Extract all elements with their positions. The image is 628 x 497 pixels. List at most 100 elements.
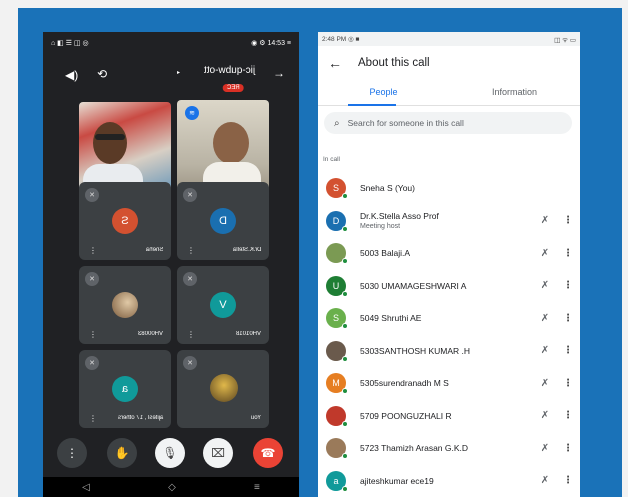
more-icon[interactable]: ⋮ <box>89 246 97 255</box>
participant-name-block: 5723 Thamizh Arasan G.K.D <box>360 443 534 453</box>
participant-avatar: S <box>326 308 348 330</box>
participant-list: S Sneha S (You) D Dr.K.Stella Asso Prof Meet… <box>318 172 580 497</box>
mic-off-icon[interactable]: ✗ <box>534 443 556 454</box>
participant-avatar <box>326 243 348 265</box>
mic-off-icon[interactable]: ✗ <box>534 345 556 356</box>
participant-name-block: 5049 Shruthi AE <box>360 313 534 323</box>
more-icon[interactable]: ⋮ <box>187 330 195 339</box>
online-indicator <box>342 323 348 330</box>
camera-toggle-button[interactable]: ⌧ <box>203 438 233 468</box>
search-input[interactable]: ⌕ Search for someone in this call <box>324 112 572 134</box>
dropdown-icon[interactable]: ▸ <box>177 69 180 76</box>
participant-row[interactable]: S 5049 Shruthi AE ✗ ⋮ <box>318 302 580 335</box>
participant-name: 5723 Thamizh Arasan G.K.D <box>360 443 469 454</box>
online-indicator <box>342 258 348 265</box>
section-label: In call <box>323 156 340 163</box>
more-options-icon[interactable]: ⋮ <box>556 313 580 324</box>
status-bar: ⌂ ◧ ☰ ◫ ◎ ◉ ⚙ 14:53 ≡ <box>43 32 299 54</box>
avatar-initial: S <box>332 183 339 194</box>
participant-row[interactable]: 5303SANTHOSH KUMAR .H ✗ ⋮ <box>318 335 580 368</box>
mic-off-icon[interactable]: ✗ <box>534 248 556 259</box>
avatar: V <box>210 292 236 318</box>
home-nav-icon[interactable]: ◇ <box>168 482 176 493</box>
participant-avatar: D <box>326 210 348 232</box>
self-tile[interactable]: ✕ You <box>177 350 269 428</box>
tab-information[interactable]: Information <box>449 80 580 105</box>
page-title: About this call <box>358 57 430 69</box>
participant-name: 5049 Shruthi AE <box>360 313 422 324</box>
more-options-icon[interactable]: ⋮ <box>556 215 580 226</box>
more-options-icon[interactable]: ⋮ <box>556 280 580 291</box>
mic-off-icon[interactable]: ✗ <box>534 215 556 226</box>
more-options-icon[interactable]: ⋮ <box>556 378 580 389</box>
mic-off-icon[interactable]: ✗ <box>534 475 556 486</box>
status-left: ⌂ ◧ ☰ ◫ ◎ <box>51 40 89 47</box>
participant-name: 5003 Balaji.A <box>360 248 411 259</box>
more-options-icon[interactable]: ⋮ <box>556 475 580 486</box>
participant-row[interactable]: U 5030 UMAMAGESHWARI A ✗ ⋮ <box>318 270 580 303</box>
avatar-initial: D <box>332 215 340 226</box>
participant-avatar <box>326 340 348 362</box>
more-options-icon[interactable]: ⋮ <box>556 248 580 259</box>
participant-row[interactable]: 5723 Thamizh Arasan G.K.D ✗ ⋮ <box>318 432 580 465</box>
tile-name: VH01018 <box>235 331 261 337</box>
back-nav-icon[interactable]: ◁ <box>82 482 90 493</box>
participant-name: 5709 POONGUZHALI R <box>360 410 452 421</box>
header: ← About this call <box>318 46 580 80</box>
more-icon[interactable]: ⋮ <box>89 414 97 423</box>
avatar: S <box>112 208 138 234</box>
more-options-icon[interactable]: ⋮ <box>556 443 580 454</box>
participant-name-block: 5030 UMAMAGESHWARI A <box>360 281 534 291</box>
online-indicator <box>342 355 348 362</box>
participant-row[interactable]: D Dr.K.Stella Asso Prof Meeting host ✗ ⋮ <box>318 205 580 238</box>
participant-tile[interactable]: ✕ D ⋮ Dr.K.Stella <box>177 182 269 260</box>
more-icon[interactable]: ⋮ <box>187 246 195 255</box>
participant-row[interactable]: S Sneha S (You) <box>318 172 580 205</box>
participant-name-block: ajiteshkumar ece19 <box>360 476 534 486</box>
more-options-icon[interactable]: ⋮ <box>556 345 580 356</box>
mic-toggle-button[interactable]: 🎙 <box>155 438 185 468</box>
participant-tile[interactable]: ✕ a ⋮ ajitesl , 17 others <box>79 350 171 428</box>
search-icon: ⌕ <box>334 117 340 129</box>
avatar-initial: S <box>332 313 339 324</box>
participant-row[interactable]: M 5305surendranadh M S ✗ ⋮ <box>318 367 580 400</box>
participant-tile[interactable]: ✕ S ⋮ Sneha <box>79 182 171 260</box>
more-icon[interactable]: ⋮ <box>89 330 97 339</box>
tile-name: You <box>250 415 261 421</box>
participant-tile[interactable]: ✕ V ⋮ VH01018 <box>177 266 269 344</box>
switch-camera-icon[interactable]: ⟲ <box>97 67 107 81</box>
online-indicator <box>342 420 348 427</box>
mic-off-icon[interactable]: ✗ <box>534 280 556 291</box>
participant-avatar: S <box>326 178 348 200</box>
back-arrow-icon[interactable]: ← <box>328 55 358 71</box>
raise-hand-button[interactable]: ✋ <box>107 438 137 468</box>
participant-name-block: 5003 Balaji.A <box>360 248 534 258</box>
mic-off-icon[interactable]: ✗ <box>534 378 556 389</box>
participant-row[interactable]: a ajiteshkumar ece19 ✗ ⋮ <box>318 465 580 497</box>
participant-role: Meeting host <box>360 223 401 231</box>
status-right: ◉ ⚙ 14:53 ≡ <box>251 40 291 47</box>
participant-name-block: 5709 POONGUZHALI R <box>360 411 534 421</box>
exit-arrow-icon[interactable]: → <box>273 66 285 80</box>
tile-name: Sneha <box>145 247 163 253</box>
mic-off-icon: ✕ <box>85 188 99 202</box>
glasses <box>95 134 125 140</box>
more-options-icon[interactable]: ⋮ <box>556 410 580 421</box>
speaker-icon[interactable]: ◀) <box>65 68 78 82</box>
mic-off-icon[interactable]: ✗ <box>534 410 556 421</box>
online-indicator <box>342 485 348 492</box>
participant-name-block: 5305surendranadh M S <box>360 378 534 388</box>
participant-name-block: Sneha S (You) <box>360 183 580 193</box>
mic-off-icon[interactable]: ✗ <box>534 313 556 324</box>
tab-people[interactable]: People <box>318 80 449 105</box>
status-right: ◫ ᯤ ▭ <box>554 36 576 44</box>
participant-row[interactable]: 5709 POONGUZHALI R ✗ ⋮ <box>318 400 580 433</box>
participant-name-block: 5303SANTHOSH KUMAR .H <box>360 346 534 356</box>
participant-name: ajiteshkumar ece19 <box>360 475 434 486</box>
menu-nav-icon[interactable]: ≡ <box>254 482 260 493</box>
more-options-button[interactable]: ⋮ <box>57 438 87 468</box>
participant-row[interactable]: 5003 Balaji.A ✗ ⋮ <box>318 237 580 270</box>
participant-tile[interactable]: ✕ ⋮ VH00083 <box>79 266 171 344</box>
end-call-button[interactable]: ☎ <box>253 438 283 468</box>
participant-name: Sneha S (You) <box>360 183 415 194</box>
